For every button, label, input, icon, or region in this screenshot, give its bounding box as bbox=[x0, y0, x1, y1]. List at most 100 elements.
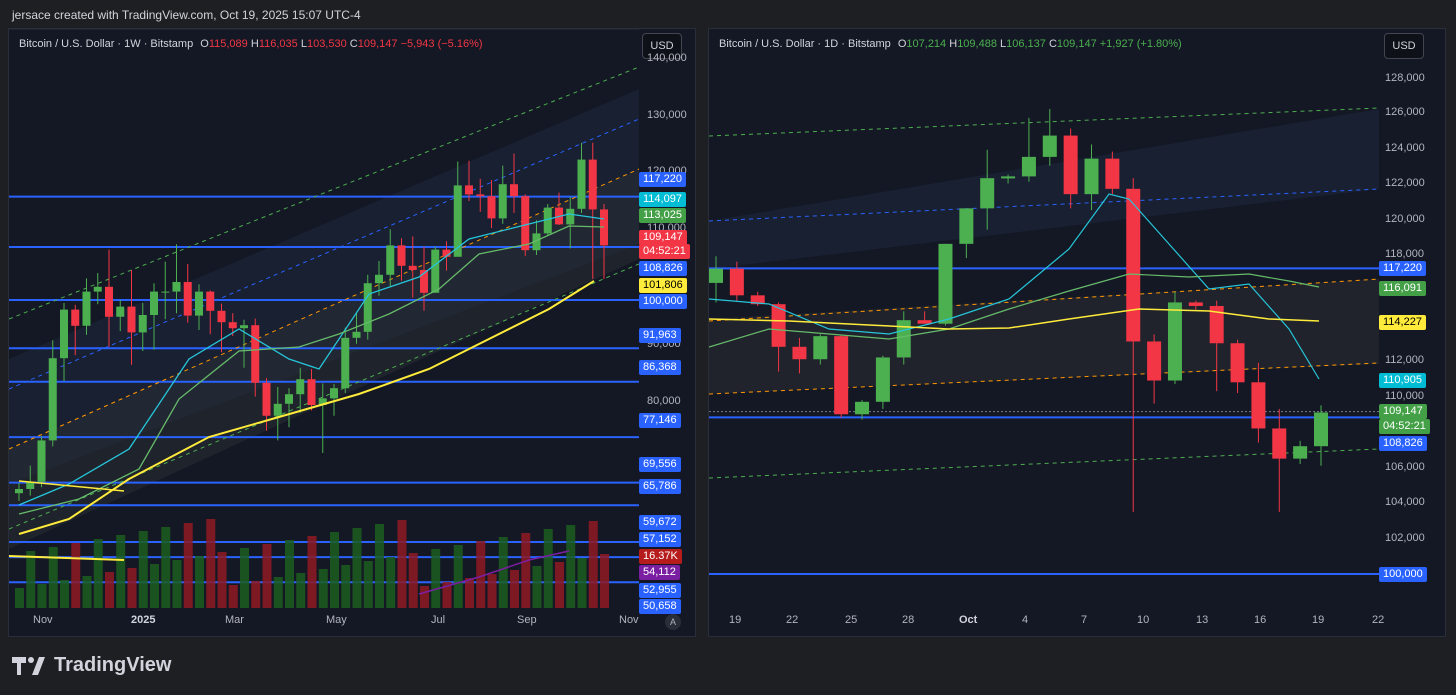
volume-bar bbox=[172, 560, 182, 608]
volume-bar bbox=[150, 564, 159, 608]
candle-body bbox=[1105, 158, 1120, 189]
price-tag-price: 04:52:21 bbox=[639, 244, 690, 259]
price-tag-level: 108,826 bbox=[1379, 436, 1427, 451]
weekly-chart-canvas[interactable] bbox=[9, 29, 695, 636]
volume-bar bbox=[26, 551, 36, 608]
daily-chart-legend: Bitcoin / U.S. Dollar · 1D · Bitstamp O1… bbox=[719, 38, 1182, 50]
candle-body bbox=[127, 306, 136, 333]
candle-body bbox=[1230, 343, 1245, 383]
volume-bar bbox=[105, 572, 114, 608]
candle-body bbox=[341, 337, 350, 389]
price-tag-yellow: 101,806 bbox=[639, 278, 687, 293]
candle-body bbox=[161, 291, 170, 293]
symbol-title: Bitcoin / U.S. Dollar · 1D · Bitstamp bbox=[719, 38, 891, 50]
candle-body bbox=[465, 185, 473, 195]
candle-body bbox=[1167, 302, 1182, 381]
candle-body bbox=[217, 310, 226, 323]
price-tick-label: 112,000 bbox=[1385, 354, 1424, 366]
price-tick-label: 128,000 bbox=[1385, 72, 1425, 84]
volume-bar bbox=[161, 527, 171, 608]
volume-bar bbox=[217, 552, 227, 608]
price-tag-level: 117,220 bbox=[1379, 261, 1426, 276]
candle-body bbox=[363, 283, 372, 332]
candle-body bbox=[1001, 176, 1016, 179]
close-label: C bbox=[1048, 38, 1057, 50]
close-value: 109,147 bbox=[357, 38, 398, 50]
volume-bar bbox=[487, 574, 497, 608]
tradingview-logo[interactable]: TradingView bbox=[12, 654, 171, 677]
time-tick-label: 4 bbox=[1022, 614, 1029, 626]
candle-body bbox=[834, 336, 849, 415]
candle-body bbox=[959, 208, 974, 244]
candle-body bbox=[1314, 412, 1328, 447]
time-tick-label: 10 bbox=[1137, 614, 1150, 626]
candle-body bbox=[37, 440, 46, 482]
candle-body bbox=[938, 243, 953, 324]
candle-body bbox=[116, 306, 125, 317]
volume-bar bbox=[262, 544, 272, 608]
volume-bar bbox=[555, 562, 564, 608]
volume-bar bbox=[453, 545, 463, 608]
symbol-title: Bitcoin / U.S. Dollar · 1W · Bitstamp bbox=[19, 38, 194, 50]
volume-bar bbox=[285, 540, 294, 608]
price-tag-level: 108,826 bbox=[639, 261, 687, 276]
time-tick-label: 28 bbox=[902, 614, 915, 626]
time-tick-label: Nov bbox=[33, 614, 53, 626]
price-tick-label: 102,000 bbox=[1385, 532, 1425, 544]
weekly-chart-pane[interactable]: Bitcoin / U.S. Dollar · 1W · Bitstamp O 1… bbox=[8, 28, 696, 637]
volume-bar bbox=[37, 584, 47, 608]
candle-body bbox=[980, 178, 995, 209]
price-tag-level: 86,368 bbox=[639, 360, 681, 375]
candle-body bbox=[307, 379, 316, 405]
open-label: O bbox=[200, 38, 209, 50]
volume-bar bbox=[330, 532, 339, 608]
volume-bar bbox=[127, 568, 137, 608]
volume-bar bbox=[465, 578, 474, 608]
volume-bar bbox=[543, 529, 553, 608]
volume-bar bbox=[577, 558, 587, 608]
price-tag-level: 77,146 bbox=[639, 413, 681, 428]
candle-body bbox=[577, 159, 586, 209]
candle-body bbox=[1147, 341, 1162, 381]
auto-scale-button[interactable]: A bbox=[665, 614, 681, 630]
price-tick-label: 106,000 bbox=[1385, 461, 1425, 473]
price-tag-level: 52,955 bbox=[639, 583, 681, 598]
price-tick-label: 120,000 bbox=[1385, 213, 1425, 225]
candle-body bbox=[15, 489, 23, 494]
volume-bar bbox=[532, 566, 542, 608]
candle-body bbox=[566, 208, 575, 225]
candle-body bbox=[172, 282, 181, 292]
candle-body bbox=[1272, 428, 1287, 459]
time-tick-label: Nov bbox=[619, 614, 639, 626]
price-tag-up: 109,147 bbox=[1379, 404, 1427, 419]
volume-bar bbox=[138, 531, 148, 608]
candle-body bbox=[917, 320, 932, 324]
time-tick-label: Oct bbox=[959, 614, 978, 626]
tradingview-brand: TradingView bbox=[54, 654, 172, 676]
daily-chart-pane[interactable]: Bitcoin / U.S. Dollar · 1D · Bitstamp O1… bbox=[708, 28, 1446, 637]
candle-body bbox=[138, 315, 147, 333]
daily-chart-canvas[interactable] bbox=[709, 29, 1445, 636]
time-tick-label: May bbox=[326, 614, 347, 626]
close-value: 109,147 bbox=[1056, 38, 1097, 50]
volume-bar bbox=[318, 569, 328, 608]
price-tag-purple: 54,112 bbox=[639, 565, 680, 580]
price-tag-level: 59,672 bbox=[639, 515, 681, 530]
weekly-chart-legend: Bitcoin / U.S. Dollar · 1W · Bitstamp O 1… bbox=[19, 38, 483, 50]
price-tick-label: 110,000 bbox=[1385, 390, 1424, 402]
price-tag-cyan: 114,097 bbox=[639, 192, 686, 207]
high-label: H bbox=[250, 38, 259, 50]
range-fill bbox=[709, 279, 1379, 394]
time-tick-label: 25 bbox=[845, 614, 858, 626]
volume-bar bbox=[251, 581, 261, 608]
candle-body bbox=[476, 194, 485, 197]
candle-body bbox=[105, 286, 113, 317]
volume-bar bbox=[228, 585, 238, 608]
price-tag-yellow: 114,227 bbox=[1379, 315, 1426, 330]
currency-button[interactable]: USD bbox=[1384, 33, 1424, 59]
price-tag-level: 69,556 bbox=[639, 457, 681, 472]
time-tick-label: Jul bbox=[431, 614, 446, 626]
candle-body bbox=[1188, 302, 1203, 306]
candle-body bbox=[285, 394, 293, 404]
candle-body bbox=[1063, 135, 1078, 195]
